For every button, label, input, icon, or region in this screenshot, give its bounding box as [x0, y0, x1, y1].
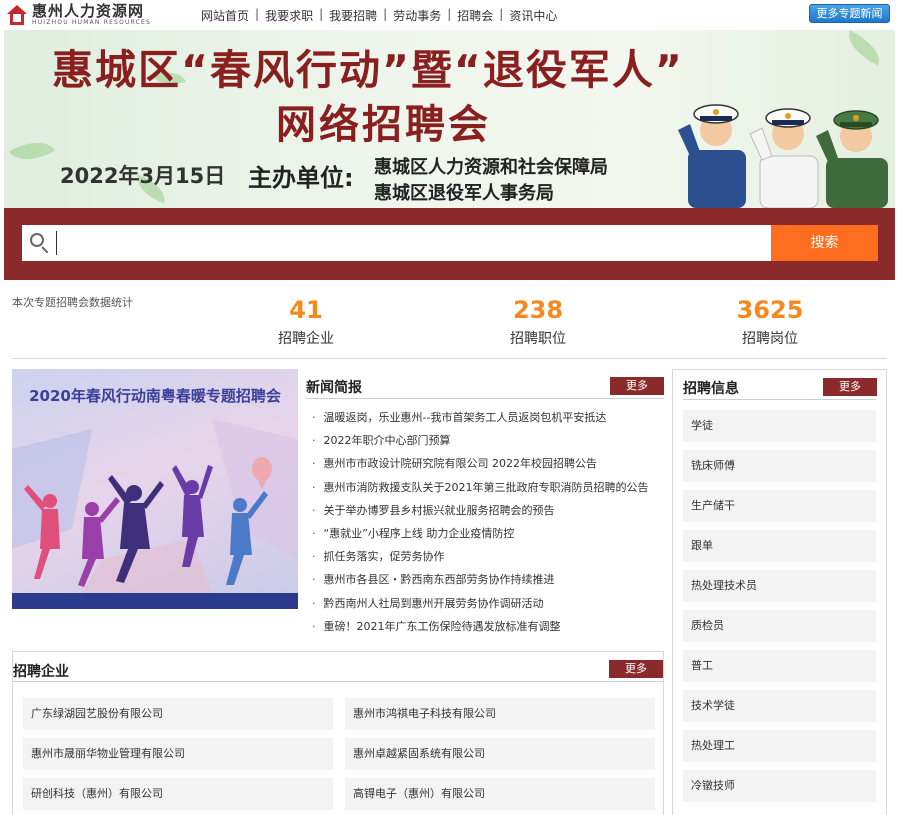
site-logo[interactable]: 惠州人力资源网 HUIZHOU HUMAN RESOURCES: [6, 2, 151, 28]
list-item[interactable]: · 惠州市各县区・黔西南东西部劳务协作持续推进: [306, 571, 664, 594]
promo-image[interactable]: 2020年春风行动南粤春暖专题招聘会: [12, 369, 298, 609]
search-box: [22, 225, 771, 261]
stat-positions: 238 招聘职位: [478, 296, 598, 348]
house-logo-icon: [6, 4, 28, 26]
job-item[interactable]: 热处理技术员: [683, 570, 876, 602]
leaf-decoration: [841, 30, 887, 66]
job-info-more-button[interactable]: 更多: [823, 378, 877, 396]
job-item[interactable]: 铣床师傅: [683, 450, 876, 482]
stat-openings: 3625 招聘岗位: [710, 296, 830, 348]
banner-organizer-label: 主办单位:: [248, 164, 354, 192]
divider: [12, 358, 887, 359]
job-item[interactable]: 技术学徒: [683, 690, 876, 722]
job-item[interactable]: 生产储干: [683, 490, 876, 522]
stat-companies: 41 招聘企业: [246, 296, 366, 348]
list-item[interactable]: · 温暖返岗，乐业惠州--我市首架务工人员返岗包机平安抵达: [306, 409, 664, 432]
stats-caption: 本次专题招聘会数据统计: [12, 296, 133, 309]
job-info-title: 招聘信息: [683, 381, 739, 397]
list-item[interactable]: · 重磅！2021年广东工伤保险待遇发放标准有调整: [306, 618, 664, 641]
nav-item-recruiting[interactable]: 我要招聘: [326, 7, 380, 24]
more-topic-news-button[interactable]: 更多专题新闻: [809, 4, 890, 23]
nav-item-job-fair[interactable]: 招聘会: [454, 7, 496, 24]
news-link[interactable]: 温暖返岗，乐业惠州--我市首架务工人员返岗包机平安抵达: [324, 411, 607, 424]
banner-organizer-2: 惠城区退役军人事务局: [374, 183, 554, 204]
news-section: 新闻简报 更多 · 温暖返岗，乐业惠州--我市首架务工人员返岗包机平安抵达 · 20…: [306, 369, 664, 645]
companies-grid: 广东绿湖园艺股份有限公司 惠州市鸿祺电子科技有限公司 惠州市晟丽华物业管理有限公…: [23, 698, 655, 810]
list-item[interactable]: · 抓任务落实，促劳务协作: [306, 548, 664, 571]
search-button[interactable]: 搜索: [771, 225, 878, 261]
news-link[interactable]: 抓任务落实，促劳务协作: [324, 550, 445, 563]
news-link[interactable]: 2022年职介中心部门预算: [324, 434, 451, 447]
saluting-soldiers-illustration: [678, 104, 888, 208]
list-item[interactable]: · 2022年职介中心部门预算: [306, 432, 664, 455]
news-list: · 温暖返岗，乐业惠州--我市首架务工人员返岗包机平安抵达 · 2022年职介中心部…: [306, 409, 664, 641]
search-input[interactable]: [56, 231, 756, 255]
job-item[interactable]: 普工: [683, 650, 876, 682]
news-link[interactable]: 惠州市消防救援支队关于2021年第三批政府专职消防员招聘的公告: [324, 481, 649, 494]
list-item[interactable]: · 惠州市消防救援支队关于2021年第三批政府专职消防员招聘的公告: [306, 479, 664, 502]
promo-bottom-bar: [12, 593, 298, 609]
news-link[interactable]: 黔西南州人社局到惠州开展劳务协作调研活动: [324, 597, 544, 610]
list-item[interactable]: · 黔西南州人社局到惠州开展劳务协作调研活动: [306, 595, 664, 618]
company-item[interactable]: 惠州市晟丽华物业管理有限公司: [23, 738, 333, 770]
company-item[interactable]: 惠州市鸿祺电子科技有限公司: [345, 698, 655, 730]
news-link[interactable]: “惠就业”小程序上线 助力企业疫情防控: [324, 527, 515, 540]
news-header: 新闻简报 更多: [306, 369, 664, 399]
job-info-panel: 招聘信息 更多 学徒 铣床师傅 生产储干 跟单 热处理技术员 质检员 普工 技术…: [672, 369, 887, 815]
logo-cn-text: 惠州人力资源网: [32, 2, 145, 20]
top-bar: 惠州人力资源网 HUIZHOU HUMAN RESOURCES 网站首页 | 我…: [0, 0, 900, 30]
logo-en-text: HUIZHOU HUMAN RESOURCES: [32, 19, 152, 26]
banner-organizer-1: 惠城区人力资源和社会保障局: [374, 157, 608, 178]
banner-title-line1: 惠城区“春风行动”暨“退役军人”: [52, 46, 684, 94]
news-link[interactable]: 惠州市市政设计院研究院有限公司 2022年校园招聘公告: [324, 457, 598, 470]
nav-item-labor-affairs[interactable]: 劳动事务: [390, 7, 444, 24]
list-item[interactable]: · 关于举办博罗县乡村振兴就业服务招聘会的预告: [306, 502, 664, 525]
news-link[interactable]: 重磅！2021年广东工伤保险待遇发放标准有调整: [324, 620, 561, 633]
nav-item-home[interactable]: 网站首页: [198, 7, 252, 24]
job-item[interactable]: 学徒: [683, 410, 876, 442]
news-link[interactable]: 关于举办博罗县乡村振兴就业服务招聘会的预告: [324, 504, 555, 517]
job-item[interactable]: 质检员: [683, 610, 876, 642]
banner-title-line2: 网络招聘会: [276, 102, 491, 148]
stat-value: 238: [512, 296, 564, 324]
nav-item-job-seeking[interactable]: 我要求职: [262, 7, 316, 24]
main-nav: 网站首页 | 我要求职 | 我要招聘 | 劳动事务 | 招聘会 | 资讯中心: [198, 7, 560, 24]
job-info-header: 招聘信息 更多: [683, 370, 877, 400]
companies-header: 招聘企业 更多: [13, 652, 663, 682]
stat-label: 招聘企业: [278, 331, 334, 347]
search-icon: [30, 233, 50, 254]
companies-title: 招聘企业: [13, 664, 69, 680]
stat-label: 招聘岗位: [742, 331, 798, 347]
job-item[interactable]: 热处理工: [683, 730, 876, 762]
list-item[interactable]: · 惠州市市政设计院研究院有限公司 2022年校园招聘公告: [306, 455, 664, 478]
news-link[interactable]: 惠州市各县区・黔西南东西部劳务协作持续推进: [324, 573, 555, 586]
search-band: 搜索: [4, 208, 895, 280]
company-item[interactable]: 研创科技（惠州）有限公司: [23, 778, 333, 810]
companies-more-button[interactable]: 更多: [609, 660, 663, 678]
news-title: 新闻简报: [306, 380, 362, 396]
list-item[interactable]: · “惠就业”小程序上线 助力企业疫情防控: [306, 525, 664, 548]
company-item[interactable]: 高锝电子（惠州）有限公司: [345, 778, 655, 810]
company-item[interactable]: 惠州卓越紧固系统有限公司: [345, 738, 655, 770]
companies-section: 招聘企业 更多 广东绿湖园艺股份有限公司 惠州市鸿祺电子科技有限公司 惠州市晟丽…: [12, 651, 664, 815]
stat-value: 41: [289, 296, 323, 324]
news-more-button[interactable]: 更多: [610, 377, 664, 395]
job-list: 学徒 铣床师傅 生产储干 跟单 热处理技术员 质检员 普工 技术学徒 热处理工 …: [683, 410, 876, 802]
company-item[interactable]: 广东绿湖园艺股份有限公司: [23, 698, 333, 730]
stat-value: 3625: [736, 296, 804, 324]
nav-item-news-center[interactable]: 资讯中心: [506, 7, 560, 24]
banner-date: 2022年3月15日: [60, 164, 226, 188]
jumping-people-illustration: [12, 419, 298, 593]
leaf-decoration: [9, 131, 55, 171]
job-item[interactable]: 跟单: [683, 530, 876, 562]
job-item[interactable]: 冷镦技师: [683, 770, 876, 802]
promo-title: 2020年春风行动南粤春暖专题招聘会: [29, 387, 281, 405]
event-banner: 惠城区“春风行动”暨“退役军人” 网络招聘会 2022年3月15日 主办单位: …: [4, 30, 895, 208]
stat-label: 招聘职位: [510, 331, 566, 347]
